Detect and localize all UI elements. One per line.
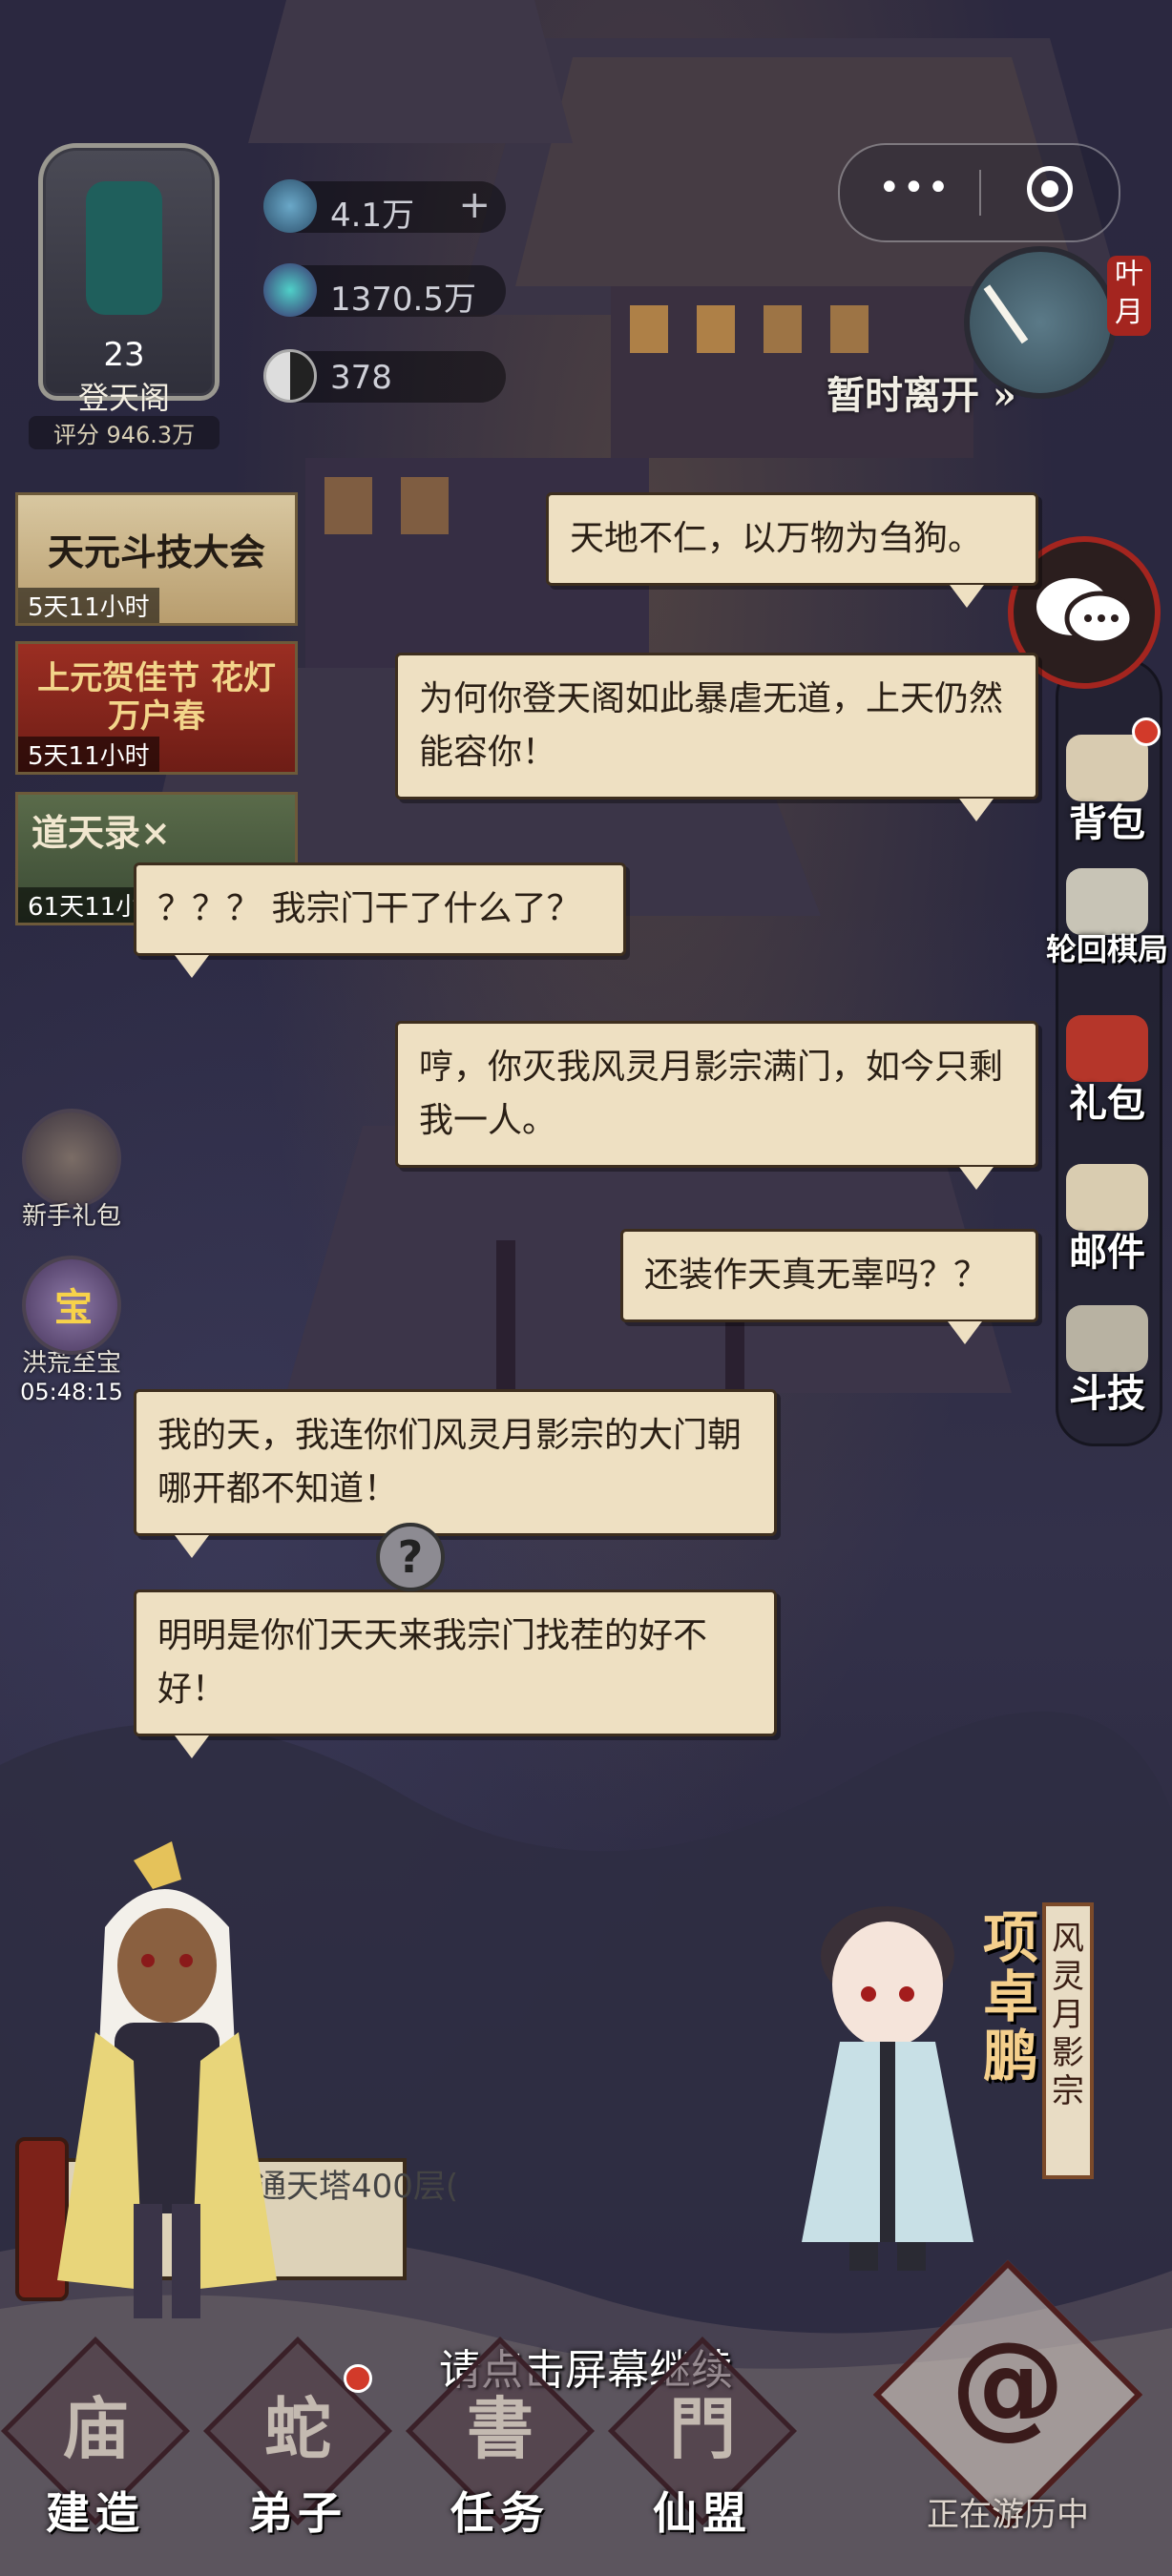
nav-alliance[interactable]: 門 仙盟 [607,2337,798,2545]
event-title: 天元斗技大会 [47,530,265,573]
add-resource-button[interactable]: + [458,183,491,227]
mail-label: 邮件 [1069,1230,1145,1275]
close-target-icon[interactable] [1027,166,1073,212]
event-title: 上元贺佳节 花灯万户春 [37,659,276,736]
more-menu-button[interactable]: ••• [878,166,952,210]
crystal-icon [263,263,317,317]
nav-label: 仙盟 [653,2487,752,2539]
dialogue-text: 天地不仁，以万物为刍狗。 [570,519,983,558]
leave-button[interactable]: 暂时离开 » [827,364,1016,420]
sword-icon [86,181,162,315]
treasure-badge: 宝 [54,1286,93,1330]
notification-dot [1132,717,1161,746]
alliance-icon: 門 [669,2389,736,2468]
event-timer: 5天11小时 [18,588,159,623]
sect-name: 登天阁 [77,380,170,416]
season-tag: 叶月 [1107,256,1151,336]
nav-label: 弟子 [248,2487,347,2539]
dialogue-text: 还装作天真无辜吗？？ [644,1256,989,1295]
samsara-chess-button[interactable]: 轮回棋局 [1040,868,1172,969]
newbie-gift-label: 新手礼包 [21,1202,121,1231]
nav-tasks[interactable]: 書 任务 [405,2337,596,2545]
mail-button[interactable]: 邮件 [1040,1164,1172,1277]
mini-program-capsule: ••• [838,143,1120,242]
dialogue-text: 明明是你们天天来我宗门找茬的好不好！ [157,1616,708,1709]
dialogue-bubble-right: 天地不仁，以万物为刍狗。 [546,492,1038,608]
notification-dot [344,2364,372,2393]
event-banner-lantern-festival[interactable]: 上元贺佳节 花灯万户春 5天11小时 [15,641,298,775]
treasure-icon: 宝 [22,1256,121,1355]
npc-sect-plate: 风灵月影宗 [1042,1902,1094,2179]
nav-build[interactable]: 庙 建造 [0,2337,191,2545]
resource-value: 4.1万 [330,197,415,235]
dialogue-bubble-right: 哼，你灭我风灵月影宗满门，如今只剩我一人。 [395,1021,1038,1190]
travel-swirl-icon: @ [951,2318,1065,2451]
resource-crystal[interactable]: 1370.5万 [263,263,506,319]
bubble-tail [959,1167,994,1190]
dialogue-bubble-right: 为何你登天阁如此暴虐无道，上天仍然能容你！ [395,653,1038,821]
primordial-treasure-button[interactable]: 宝 洪荒至宝 05:48:15 [19,1256,124,1405]
dialogue-text: 哼，你灭我风灵月影宗满门，如今只剩我一人。 [419,1048,1004,1140]
npc-sect: 风灵月影宗 [1052,1920,1084,2110]
nav-label: 建造 [46,2487,145,2539]
bubble-tail [175,955,209,978]
spirit-stone-icon [263,179,317,233]
event-timer: 61天11小 [18,887,151,923]
dialogue-text: ？？？ 我宗门干了什么了？ [157,889,581,928]
gift-avatar-icon [22,1109,121,1208]
resource-value: 1370.5万 [330,280,476,319]
event-timer: 5天11小时 [18,737,159,772]
arena-label: 斗技 [1069,1371,1145,1416]
dialogue-bubble-left: ？？？ 我宗门干了什么了？ [134,862,626,978]
newbie-gift-button[interactable]: 新手礼包 [19,1109,124,1232]
dialogue-text: 为何你登天阁如此暴虐无道，上天仍然能容你！ [419,679,1004,772]
dialogue-bubble-right: 还装作天真无辜吗？？ [620,1229,1038,1344]
sect-emblem[interactable]: 23 登天阁 评分 946.3万 [10,114,239,458]
dialogue-text: 我的天，我连你们风灵月影宗的大门朝哪开都不知道！ [157,1416,743,1508]
bubble-tail [948,1321,982,1344]
npc-character [802,1906,973,2271]
samsara-chess-label: 轮回棋局 [1045,931,1168,967]
task-scroll-icon: 書 [467,2389,534,2468]
gift-pack-label: 礼包 [1069,1081,1145,1126]
sect-score: 评分 946.3万 [29,416,220,449]
bubble-tail [175,1535,209,1558]
player-character [57,1841,277,2318]
resource-value: 378 [330,359,392,397]
npc-name: 项卓鹏 [983,1908,1040,2086]
gift-pack-button[interactable]: 礼包 [1040,1015,1172,1128]
arena-button[interactable]: 斗技 [1040,1305,1172,1418]
treasure-timer: 05:48:15 [20,1379,123,1405]
travel-label: 正在游历中 [927,2496,1089,2534]
bubble-tail [959,799,994,821]
backpack-label: 背包 [1069,800,1145,845]
capsule-divider [979,170,981,216]
event-title: 道天录× [31,811,171,854]
npc-name-text: 项卓鹏 [983,1905,1039,2088]
dialogue-bubble-left: 明明是你们天天来我宗门找茬的好不好！ [134,1589,777,1758]
game-screen[interactable]: { "top": { "sect_level": "23", "sect_nam… [0,0,1172,2576]
resource-yin-yang[interactable]: 378 [263,349,506,403]
event-banner-tournament[interactable]: 天元斗技大会 5天11小时 [15,492,298,626]
resource-spirit-stone[interactable]: 4.1万 + [263,179,506,235]
backpack-button[interactable]: 背包 [1040,735,1172,847]
sect-level: 23 [103,336,145,374]
yin-yang-icon [263,349,317,403]
bubble-tail [175,1735,209,1758]
build-icon: 庙 [62,2389,129,2468]
dialogue-bubble-left: 我的天，我连你们风灵月影宗的大门朝哪开都不知道！ [134,1389,777,1558]
travel-button[interactable]: @ 正在游历中 [865,2259,1151,2557]
nav-label: 任务 [450,2487,550,2539]
bubble-tail [950,585,984,608]
help-icon[interactable]: ? [376,1523,445,1591]
